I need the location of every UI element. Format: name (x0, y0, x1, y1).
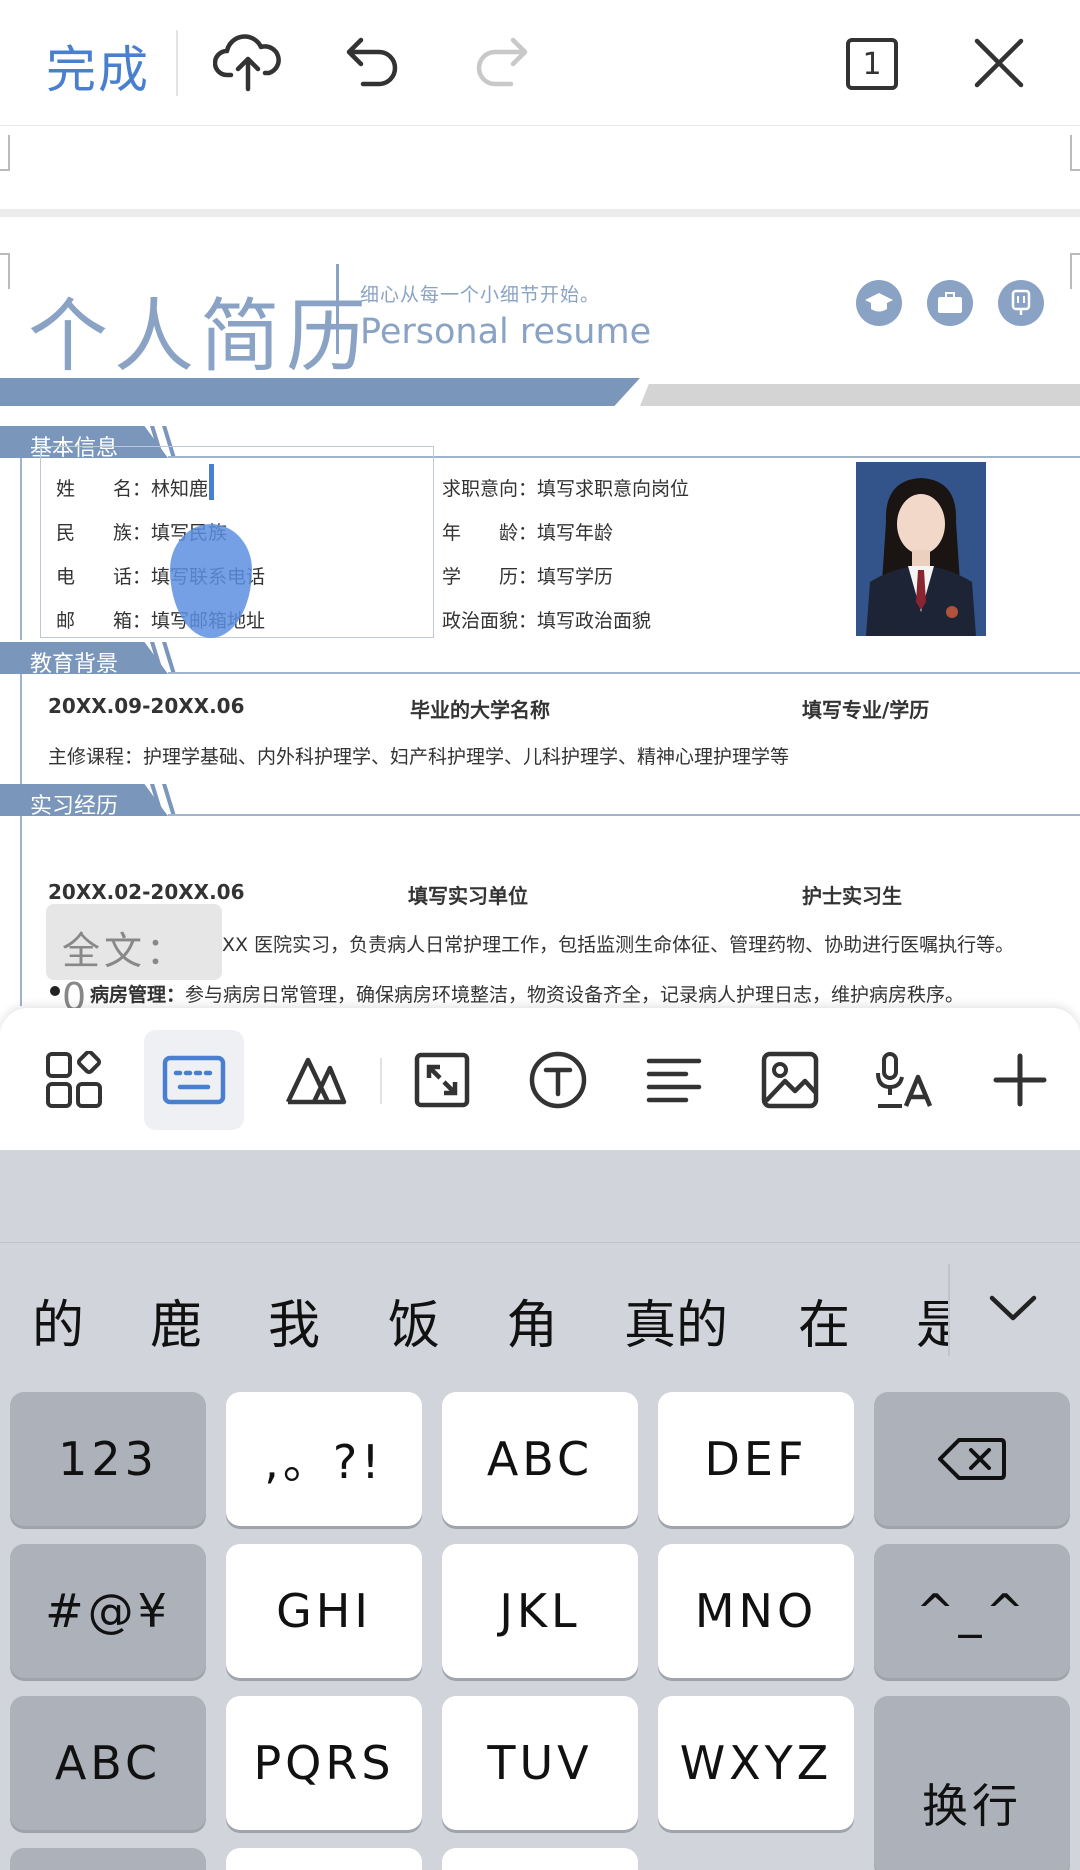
done-button[interactable]: 完成 (46, 30, 150, 102)
key-def[interactable]: DEF (658, 1392, 854, 1526)
section-vertical-rule (20, 674, 22, 784)
section-rule (168, 814, 1080, 816)
candidate-divider (0, 1242, 1080, 1243)
resume-subtitle-english: Personal resume (360, 312, 652, 352)
cloud-upload-icon[interactable] (210, 26, 286, 96)
candidate-word[interactable]: 我 (268, 1283, 320, 1358)
toolbar-divider (176, 30, 178, 96)
toolbar-divider (380, 1058, 382, 1104)
align-icon[interactable] (624, 1030, 724, 1130)
fullscreen-icon[interactable] (392, 1030, 492, 1130)
key-ghi[interactable]: GHI (226, 1544, 422, 1678)
bullet-point (50, 986, 60, 996)
internship-bullet[interactable]: 病房管理：参与病房日常管理，确保病房环境整洁，物资设备齐全，记录病人护理日志，维… (90, 980, 1080, 1007)
page-corner-mark (1070, 135, 1080, 171)
candidate-word[interactable]: 是 (916, 1283, 948, 1358)
resume-subtitle: 细心从每一个小细节开始。 (360, 284, 601, 306)
candidate-word[interactable]: 在 (798, 1283, 850, 1358)
profile-photo[interactable] (856, 462, 986, 636)
page-count-button[interactable]: 1 (846, 38, 898, 90)
text-circle-icon[interactable] (508, 1030, 608, 1130)
internship-role[interactable]: 护士实习生 (802, 880, 902, 909)
text-cursor (209, 464, 214, 500)
field-political-status[interactable]: 政治面貌：填写政治面貌 (442, 606, 651, 633)
key-symbols[interactable]: #@¥ (10, 1544, 206, 1678)
briefcase-icon (927, 280, 973, 326)
candidate-word[interactable]: 真的 (624, 1283, 728, 1358)
plus-icon[interactable] (970, 1030, 1070, 1130)
field-job-intent[interactable]: 求职意向：填写求职意向岗位 (442, 474, 689, 501)
section-vertical-rule (20, 816, 22, 1006)
key-emoticon[interactable]: ^_^ (874, 1544, 1070, 1678)
backspace-icon (938, 1438, 1006, 1480)
top-toolbar: 完成 1 (0, 0, 1080, 126)
section-vertical-rule (20, 458, 22, 640)
key-abc-mode[interactable]: ABC (10, 1696, 206, 1830)
badge-icon (998, 280, 1044, 326)
candidate-word[interactable]: 的 (32, 1283, 84, 1358)
key-pqrs[interactable]: PQRS (226, 1696, 422, 1830)
section-heading-education: 教育背景 (0, 642, 168, 674)
field-name[interactable]: 姓 名：林知鹿 (56, 474, 208, 501)
layout-grid-icon[interactable] (24, 1030, 124, 1130)
candidate-word[interactable]: 角 (506, 1283, 558, 1358)
redo-icon[interactable] (466, 30, 536, 94)
resume-title: 个人简历 (28, 290, 372, 383)
page-corner-mark (1070, 253, 1080, 289)
key-jkl[interactable]: JKL (442, 1544, 638, 1678)
section-heading-internship: 实习经历 (0, 784, 168, 816)
key-partial[interactable] (226, 1848, 422, 1870)
section-rule (168, 672, 1080, 674)
candidate-divider (948, 1264, 950, 1356)
internship-period[interactable]: 20XX.02-20XX.06 (48, 880, 245, 904)
candidate-word[interactable]: 鹿 (150, 1283, 202, 1358)
chevron-down-icon[interactable] (988, 1290, 1038, 1326)
education-courses[interactable]: 主修课程：护理学基础、内外科护理学、妇产科护理学、儿科护理学、精神心理护理学等 (48, 742, 789, 769)
return-key[interactable]: 换行 (874, 1696, 1070, 1870)
field-age[interactable]: 年 龄：填写年龄 (442, 518, 613, 545)
key-partial[interactable] (10, 1848, 206, 1870)
internship-unit[interactable]: 填写实习单位 (408, 880, 528, 909)
key-wxyz[interactable]: WXYZ (658, 1696, 854, 1830)
education-major[interactable]: 填写专业/学历 (802, 694, 929, 723)
voice-to-text-icon[interactable] (854, 1030, 954, 1130)
keyboard-icon[interactable] (144, 1030, 244, 1130)
close-icon[interactable] (970, 34, 1028, 92)
internship-description[interactable]: XX 医院实习，负责病人日常护理工作，包括监测生命体征、管理药物、协助进行医嘱执… (222, 930, 1080, 957)
page-break (0, 209, 1080, 217)
page-corner-mark (0, 253, 10, 289)
key-abc[interactable]: ABC (442, 1392, 638, 1526)
header-banner-grey (640, 384, 1080, 406)
key-tuv[interactable]: TUV (442, 1696, 638, 1830)
word-counter: 全文： 0 (46, 904, 222, 1019)
education-period[interactable]: 20XX.09-20XX.06 (48, 694, 245, 718)
image-icon[interactable] (740, 1030, 840, 1130)
field-education-level[interactable]: 学 历：填写学历 (442, 562, 613, 589)
key-partial[interactable] (442, 1848, 638, 1870)
key-123[interactable]: 123 (10, 1392, 206, 1526)
key-mno[interactable]: MNO (658, 1544, 854, 1678)
page-corner-mark (0, 135, 10, 171)
undo-icon[interactable] (338, 30, 408, 94)
graduation-cap-icon (856, 280, 902, 326)
header-banner (0, 378, 640, 406)
key-punctuation[interactable]: ,。?! (226, 1392, 422, 1526)
text-style-icon[interactable] (266, 1030, 366, 1130)
candidate-word[interactable]: 饭 (388, 1283, 440, 1358)
backspace-key[interactable] (874, 1392, 1070, 1526)
education-school[interactable]: 毕业的大学名称 (410, 694, 550, 723)
title-divider (336, 264, 339, 354)
